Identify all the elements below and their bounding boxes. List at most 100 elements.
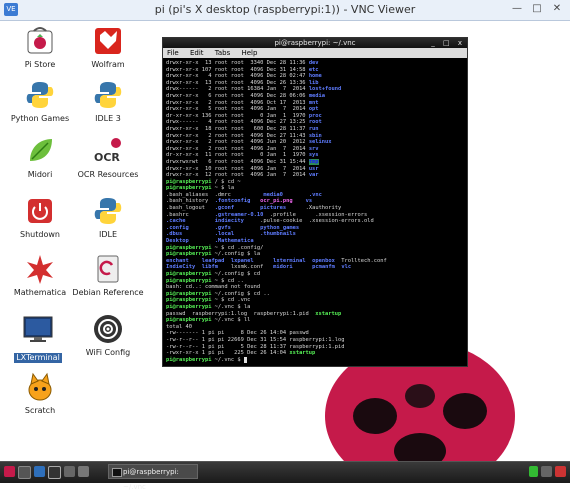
menu-icon[interactable]	[4, 466, 15, 477]
taskbar-item-terminal[interactable]: pi@raspberrypi: ~/.vnc	[108, 464, 198, 491]
browser-icon[interactable]	[34, 466, 45, 477]
terminal-text: usr	[308, 165, 319, 172]
midori-icon	[24, 135, 56, 167]
terminal-text: opt	[308, 106, 319, 113]
terminal-line: pi@raspberrypi ~/.config $ la	[166, 251, 467, 258]
terminal-text: total 40	[166, 323, 192, 330]
terminal-icon	[112, 468, 122, 477]
close-button[interactable]: ✕	[547, 0, 567, 17]
terminal-text: drwxr-xr-x 18 root root 600 Dec 28 11:37	[166, 125, 309, 132]
desktop-icon-wifi-config[interactable]: WiFi Config	[70, 313, 146, 358]
terminal-output[interactable]: drwxr-xr-x 13 root root 3340 Dec 28 11:3…	[163, 58, 467, 365]
terminal-line: pi@raspberrypi ~ $ la	[166, 185, 467, 192]
terminal-text: tmp	[308, 158, 319, 165]
desktop-icon-idle3[interactable]: IDLE 3	[70, 79, 146, 124]
terminal-text: pi@raspberrypi	[166, 303, 212, 310]
terminal-text: lib	[308, 79, 319, 86]
menu-tabs[interactable]: Tabs	[215, 49, 231, 57]
terminal-text: ~/.vnc $ la	[211, 303, 251, 310]
minimize-button[interactable]: —	[507, 0, 527, 17]
terminal-text: .dbus	[166, 231, 183, 238]
desktop-icon-debian-reference[interactable]: Debian Reference	[70, 253, 146, 298]
desktop-icon-ocr-resources[interactable]: OCR OCR Resources	[70, 135, 146, 180]
wifi-config-icon	[92, 313, 124, 345]
desktop-icon-idle[interactable]: IDLE	[70, 195, 146, 240]
terminal-line: pi@raspberrypi ~/.config $ cd	[166, 271, 467, 278]
desktop-icon-python-games[interactable]: Python Games	[2, 79, 78, 124]
desktop-icon-mathematica[interactable]: Mathematica	[2, 253, 78, 298]
desktop-icon-lxterminal[interactable]: LXTerminal	[0, 313, 76, 364]
shutdown-icon	[24, 195, 56, 227]
terminal-line: IndieCity libfm lxsmk.conf midori pcmanf…	[166, 264, 467, 271]
desktop-icon-label: Debian Reference	[72, 288, 144, 297]
network-icon[interactable]	[541, 466, 552, 477]
terminal-window-buttons[interactable]: _ □ x	[431, 38, 465, 48]
terminal-line: drwxr-xr-x 2 root root 4096 Dec 27 11:43…	[166, 133, 467, 140]
terminal-text: media	[308, 92, 326, 99]
terminal-text	[243, 356, 248, 363]
terminal-text: drwxr-xr-x 107 root root 4096 Dec 31 14:…	[166, 66, 309, 73]
terminal-text: vlc	[341, 264, 352, 271]
terminal-text: -rw------- 1 pi pi 8 Dec 26 14:04 passwd	[166, 330, 309, 337]
monitor-icon[interactable]	[529, 466, 538, 477]
terminal-line: enchant leafpad lxpanel lxterminal openb…	[166, 258, 467, 265]
terminal-line: .cache indiecity .pulse-cookie .xsession…	[166, 218, 467, 225]
menu-file[interactable]: File	[167, 49, 179, 57]
maximize-button[interactable]: □	[527, 0, 547, 17]
workspace-icon[interactable]	[78, 466, 89, 477]
terminal-text: root	[308, 119, 322, 126]
terminal-text: .vnc	[308, 191, 322, 198]
taskbar-item-label: pi@raspberrypi: ~/.vnc	[123, 468, 179, 491]
terminal-line: drwx------ 4 root root 4096 Dec 27 13:25…	[166, 119, 467, 126]
terminal-line: drwxrwxrwt 6 root root 4096 Dec 31 15:44…	[166, 158, 467, 166]
terminal-line: drwxr-xr-x 2 root root 4096 Oct 17 2013 …	[166, 100, 467, 107]
file-manager-icon[interactable]	[18, 466, 31, 479]
terminal-line: dr-xr-xr-x 11 root root 0 Jan 1 1970 sys	[166, 152, 467, 159]
terminal-line: -rw------- 1 pi pi 8 Dec 26 14:04 passwd	[166, 330, 467, 337]
menu-edit[interactable]: Edit	[190, 49, 204, 57]
desktop-icon-shutdown[interactable]: Shutdown	[2, 195, 78, 240]
terminal-window[interactable]: pi@raspberrypi: ~/.vnc _ □ x File Edit T…	[162, 37, 468, 367]
terminal-titlebar[interactable]: pi@raspberrypi: ~/.vnc _ □ x	[163, 38, 467, 48]
python-games-icon	[24, 79, 56, 111]
menu-help[interactable]: Help	[241, 49, 257, 57]
terminal-line: drwxr-xr-x 2 root root 4096 Jun 20 2012 …	[166, 139, 467, 146]
terminal-text: .gvfs	[214, 224, 231, 231]
desktop-icon[interactable]	[48, 466, 61, 479]
desktop-icon-pi-store[interactable]: Pi Store	[2, 25, 78, 70]
terminal-text: xstartup	[289, 350, 316, 357]
desktop-icon-label: OCR Resources	[77, 170, 139, 179]
terminal-text: pi@raspberrypi	[166, 185, 212, 192]
desktop-icon-wolfram[interactable]: Wolfram	[70, 25, 146, 70]
terminal-text: drwxr-xr-x 12 root root 4096 Jan 7 2014	[166, 172, 309, 179]
launcher-icons	[4, 466, 89, 479]
terminal-text: drwxr-xr-x 2 root root 4096 Jun 20 2012	[166, 139, 309, 146]
terminal-text: .bashrc	[166, 211, 215, 218]
workspace-icon[interactable]	[64, 466, 75, 477]
desktop-icon-scratch[interactable]: Scratch	[2, 371, 78, 416]
terminal-text: .fontconfig	[214, 198, 251, 205]
terminal-line: .bash_logout .gconf pictures .Xauthority	[166, 205, 467, 212]
terminal-text: drwxr-xr-x 5 root root 4096 Jan 7 2014	[166, 106, 309, 113]
desktop-icon-label: Python Games	[10, 114, 70, 123]
terminal-text: .profile .xsession-errors	[263, 211, 368, 218]
terminal-text: drwxr-xr-x 2 root root 4096 Dec 27 11:43	[166, 132, 309, 139]
terminal-text: libfm	[201, 264, 218, 271]
terminal-text: / $ cd ~	[211, 178, 241, 185]
terminal-text: var	[308, 172, 319, 179]
terminal-line: total 40	[166, 324, 467, 331]
power-icon[interactable]	[555, 466, 566, 477]
terminal-text: Desktop	[166, 238, 189, 245]
terminal-text: pi@raspberrypi	[166, 251, 212, 258]
desktop-icon-midori[interactable]: Midori	[2, 135, 78, 180]
terminal-text: lost+found	[308, 86, 342, 93]
terminal-text: indiecity	[214, 218, 244, 225]
